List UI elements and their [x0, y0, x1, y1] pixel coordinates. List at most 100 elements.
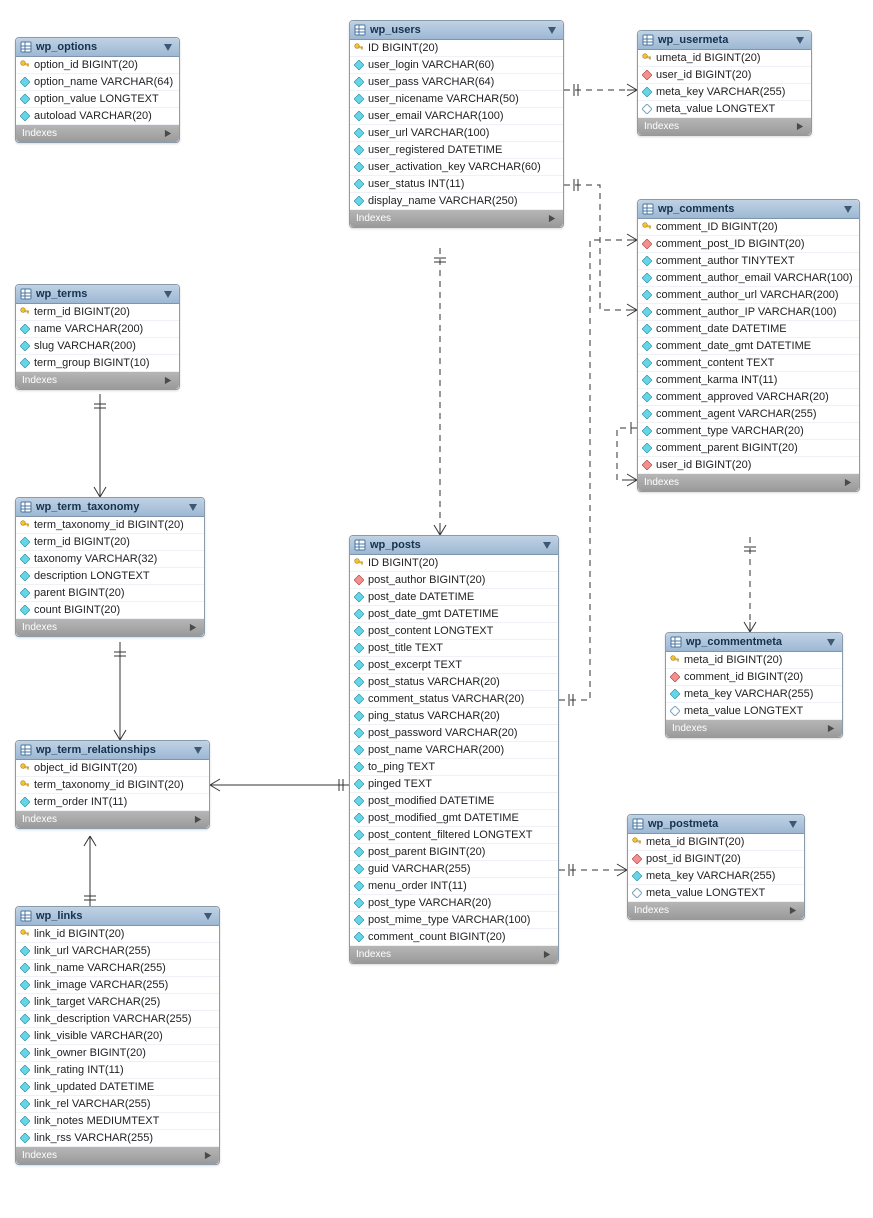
- column-wp_posts-12[interactable]: to_ping TEXT: [350, 759, 558, 776]
- expand-icon[interactable]: [194, 815, 203, 824]
- column-wp_postmeta-3[interactable]: meta_value LONGTEXT: [628, 885, 804, 902]
- expand-icon[interactable]: [189, 623, 198, 632]
- column-wp_commentmeta-0[interactable]: meta_id BIGINT(20): [666, 652, 842, 669]
- column-wp_postmeta-0[interactable]: meta_id BIGINT(20): [628, 834, 804, 851]
- table-wp_term_taxonomy[interactable]: wp_term_taxonomyterm_taxonomy_id BIGINT(…: [15, 497, 205, 637]
- column-wp_comments-7[interactable]: comment_date_gmt DATETIME: [638, 338, 859, 355]
- column-wp_posts-21[interactable]: post_mime_type VARCHAR(100): [350, 912, 558, 929]
- column-wp_term_taxonomy-4[interactable]: parent BIGINT(20): [16, 585, 204, 602]
- column-wp_posts-4[interactable]: post_content LONGTEXT: [350, 623, 558, 640]
- column-wp_options-2[interactable]: option_value LONGTEXT: [16, 91, 179, 108]
- column-wp_users-6[interactable]: user_registered DATETIME: [350, 142, 563, 159]
- column-wp_comments-0[interactable]: comment_ID BIGINT(20): [638, 219, 859, 236]
- expand-icon[interactable]: [796, 122, 805, 131]
- column-wp_posts-3[interactable]: post_date_gmt DATETIME: [350, 606, 558, 623]
- column-wp_term_taxonomy-0[interactable]: term_taxonomy_id BIGINT(20): [16, 517, 204, 534]
- collapse-icon[interactable]: [188, 502, 198, 512]
- column-wp_links-11[interactable]: link_notes MEDIUMTEXT: [16, 1113, 219, 1130]
- column-wp_term_taxonomy-2[interactable]: taxonomy VARCHAR(32): [16, 551, 204, 568]
- column-wp_users-4[interactable]: user_email VARCHAR(100): [350, 108, 563, 125]
- column-wp_term_taxonomy-5[interactable]: count BIGINT(20): [16, 602, 204, 619]
- column-wp_comments-2[interactable]: comment_author TINYTEXT: [638, 253, 859, 270]
- column-wp_posts-14[interactable]: post_modified DATETIME: [350, 793, 558, 810]
- column-wp_options-0[interactable]: option_id BIGINT(20): [16, 57, 179, 74]
- expand-icon[interactable]: [789, 906, 798, 915]
- expand-icon[interactable]: [164, 376, 173, 385]
- column-wp_options-3[interactable]: autoload VARCHAR(20): [16, 108, 179, 125]
- column-wp_users-5[interactable]: user_url VARCHAR(100): [350, 125, 563, 142]
- table-wp_postmeta[interactable]: wp_postmetameta_id BIGINT(20)post_id BIG…: [627, 814, 805, 920]
- table-wp_links[interactable]: wp_linkslink_id BIGINT(20)link_url VARCH…: [15, 906, 220, 1165]
- column-wp_posts-7[interactable]: post_status VARCHAR(20): [350, 674, 558, 691]
- table-header-wp_commentmeta[interactable]: wp_commentmeta: [666, 633, 842, 652]
- table-footer-wp_postmeta[interactable]: Indexes: [628, 902, 804, 919]
- table-header-wp_posts[interactable]: wp_posts: [350, 536, 558, 555]
- collapse-icon[interactable]: [826, 637, 836, 647]
- column-wp_posts-18[interactable]: guid VARCHAR(255): [350, 861, 558, 878]
- table-header-wp_term_relationships[interactable]: wp_term_relationships: [16, 741, 209, 760]
- table-header-wp_usermeta[interactable]: wp_usermeta: [638, 31, 811, 50]
- column-wp_links-7[interactable]: link_owner BIGINT(20): [16, 1045, 219, 1062]
- column-wp_posts-20[interactable]: post_type VARCHAR(20): [350, 895, 558, 912]
- table-header-wp_term_taxonomy[interactable]: wp_term_taxonomy: [16, 498, 204, 517]
- table-wp_posts[interactable]: wp_postsID BIGINT(20)post_author BIGINT(…: [349, 535, 559, 964]
- column-wp_links-12[interactable]: link_rss VARCHAR(255): [16, 1130, 219, 1147]
- column-wp_posts-16[interactable]: post_content_filtered LONGTEXT: [350, 827, 558, 844]
- table-header-wp_postmeta[interactable]: wp_postmeta: [628, 815, 804, 834]
- column-wp_comments-13[interactable]: comment_parent BIGINT(20): [638, 440, 859, 457]
- table-footer-wp_term_relationships[interactable]: Indexes: [16, 811, 209, 828]
- column-wp_term_taxonomy-1[interactable]: term_id BIGINT(20): [16, 534, 204, 551]
- table-wp_term_relationships[interactable]: wp_term_relationshipsobject_id BIGINT(20…: [15, 740, 210, 829]
- column-wp_links-3[interactable]: link_image VARCHAR(255): [16, 977, 219, 994]
- column-wp_posts-9[interactable]: ping_status VARCHAR(20): [350, 708, 558, 725]
- table-footer-wp_posts[interactable]: Indexes: [350, 946, 558, 963]
- table-wp_options[interactable]: wp_optionsoption_id BIGINT(20)option_nam…: [15, 37, 180, 143]
- table-footer-wp_commentmeta[interactable]: Indexes: [666, 720, 842, 737]
- table-header-wp_links[interactable]: wp_links: [16, 907, 219, 926]
- table-footer-wp_comments[interactable]: Indexes: [638, 474, 859, 491]
- column-wp_comments-6[interactable]: comment_date DATETIME: [638, 321, 859, 338]
- column-wp_links-1[interactable]: link_url VARCHAR(255): [16, 943, 219, 960]
- column-wp_posts-11[interactable]: post_name VARCHAR(200): [350, 742, 558, 759]
- column-wp_posts-15[interactable]: post_modified_gmt DATETIME: [350, 810, 558, 827]
- column-wp_posts-22[interactable]: comment_count BIGINT(20): [350, 929, 558, 946]
- collapse-icon[interactable]: [547, 25, 557, 35]
- table-footer-wp_options[interactable]: Indexes: [16, 125, 179, 142]
- collapse-icon[interactable]: [163, 42, 173, 52]
- column-wp_links-4[interactable]: link_target VARCHAR(25): [16, 994, 219, 1011]
- column-wp_posts-8[interactable]: comment_status VARCHAR(20): [350, 691, 558, 708]
- column-wp_users-3[interactable]: user_nicename VARCHAR(50): [350, 91, 563, 108]
- column-wp_links-5[interactable]: link_description VARCHAR(255): [16, 1011, 219, 1028]
- column-wp_postmeta-2[interactable]: meta_key VARCHAR(255): [628, 868, 804, 885]
- expand-icon[interactable]: [204, 1151, 213, 1160]
- column-wp_term_relationships-1[interactable]: term_taxonomy_id BIGINT(20): [16, 777, 209, 794]
- table-wp_commentmeta[interactable]: wp_commentmetameta_id BIGINT(20)comment_…: [665, 632, 843, 738]
- column-wp_usermeta-1[interactable]: user_id BIGINT(20): [638, 67, 811, 84]
- column-wp_posts-2[interactable]: post_date DATETIME: [350, 589, 558, 606]
- column-wp_comments-10[interactable]: comment_approved VARCHAR(20): [638, 389, 859, 406]
- column-wp_comments-8[interactable]: comment_content TEXT: [638, 355, 859, 372]
- column-wp_posts-13[interactable]: pinged TEXT: [350, 776, 558, 793]
- table-wp_usermeta[interactable]: wp_usermetaumeta_id BIGINT(20)user_id BI…: [637, 30, 812, 136]
- table-footer-wp_terms[interactable]: Indexes: [16, 372, 179, 389]
- expand-icon[interactable]: [844, 478, 853, 487]
- column-wp_links-2[interactable]: link_name VARCHAR(255): [16, 960, 219, 977]
- column-wp_comments-9[interactable]: comment_karma INT(11): [638, 372, 859, 389]
- expand-icon[interactable]: [164, 129, 173, 138]
- column-wp_posts-5[interactable]: post_title TEXT: [350, 640, 558, 657]
- column-wp_users-7[interactable]: user_activation_key VARCHAR(60): [350, 159, 563, 176]
- column-wp_comments-11[interactable]: comment_agent VARCHAR(255): [638, 406, 859, 423]
- table-header-wp_options[interactable]: wp_options: [16, 38, 179, 57]
- column-wp_comments-12[interactable]: comment_type VARCHAR(20): [638, 423, 859, 440]
- column-wp_posts-6[interactable]: post_excerpt TEXT: [350, 657, 558, 674]
- collapse-icon[interactable]: [203, 911, 213, 921]
- collapse-icon[interactable]: [163, 289, 173, 299]
- table-footer-wp_usermeta[interactable]: Indexes: [638, 118, 811, 135]
- column-wp_posts-17[interactable]: post_parent BIGINT(20): [350, 844, 558, 861]
- column-wp_comments-4[interactable]: comment_author_url VARCHAR(200): [638, 287, 859, 304]
- column-wp_term_taxonomy-3[interactable]: description LONGTEXT: [16, 568, 204, 585]
- column-wp_users-9[interactable]: display_name VARCHAR(250): [350, 193, 563, 210]
- column-wp_posts-1[interactable]: post_author BIGINT(20): [350, 572, 558, 589]
- column-wp_commentmeta-2[interactable]: meta_key VARCHAR(255): [666, 686, 842, 703]
- column-wp_posts-0[interactable]: ID BIGINT(20): [350, 555, 558, 572]
